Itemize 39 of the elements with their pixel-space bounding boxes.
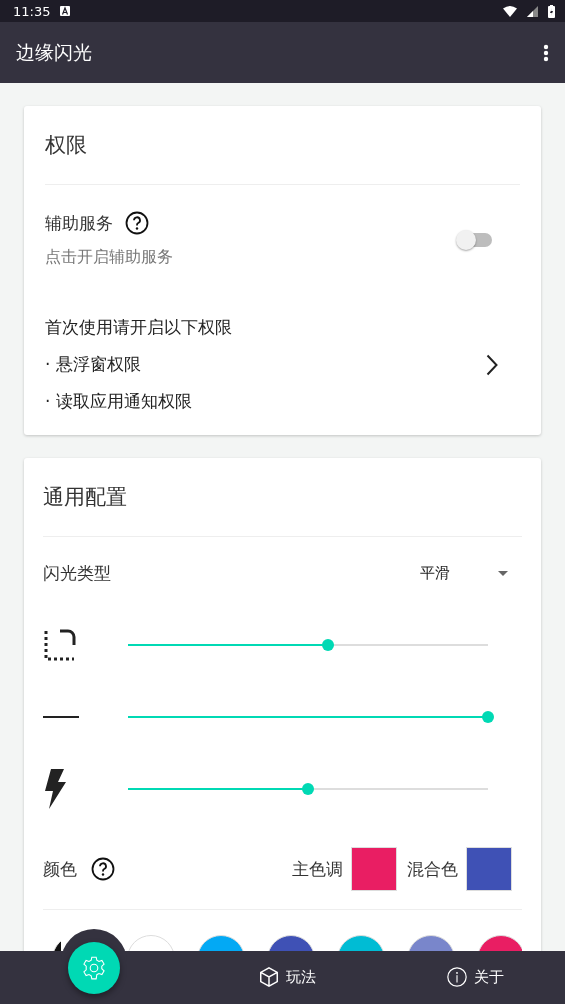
color-option[interactable] [477,935,522,951]
slider-thumb[interactable] [321,639,334,651]
signal-icon [527,5,538,17]
play-tab[interactable]: 玩法 [258,966,316,988]
about-tab[interactable]: 关于 [446,966,504,988]
card-title: 通用配置 [43,458,522,537]
cube-icon [258,966,280,988]
permission-text: 首次使用请开启以下权限 [45,316,233,339]
help-icon[interactable] [125,211,149,235]
settings-icon [81,955,107,981]
color-swatch[interactable] [466,847,512,891]
status-time: 11:35 [13,3,51,19]
notification-icon [60,6,71,16]
battery-icon [548,4,555,18]
wifi-icon [503,5,517,17]
slider-thumb[interactable] [482,711,494,723]
lightning-icon [43,769,67,809]
info-icon [446,966,468,988]
slider-thumb[interactable] [302,783,314,795]
toggle-switch[interactable] [458,232,492,247]
setting-label: 闪光类型 [43,561,112,585]
permission-text: · 悬浮窗权限 [45,353,142,376]
flash-type-dropdown[interactable]: 平滑 [420,563,508,583]
card-title: 权限 [45,106,520,185]
setting-label: 颜色 [43,857,77,881]
app-title: 边缘闪光 [16,39,93,65]
line-icon [43,715,79,719]
setting-label: 辅助服务 [45,211,113,235]
more-icon[interactable] [543,43,549,62]
color-swatch[interactable] [351,847,397,891]
swatch-label: 混合色 [407,857,458,881]
swatch-label: 主色调 [292,857,343,881]
permission-text: · 读取应用通知权限 [45,390,193,413]
help-icon[interactable] [91,857,115,881]
chevron-right-icon[interactable] [486,353,498,376]
setting-hint: 点击开启辅助服务 [45,247,174,268]
rounded-corner-icon [43,628,77,662]
dropdown-icon [498,570,508,576]
settings-fab[interactable] [68,942,120,994]
